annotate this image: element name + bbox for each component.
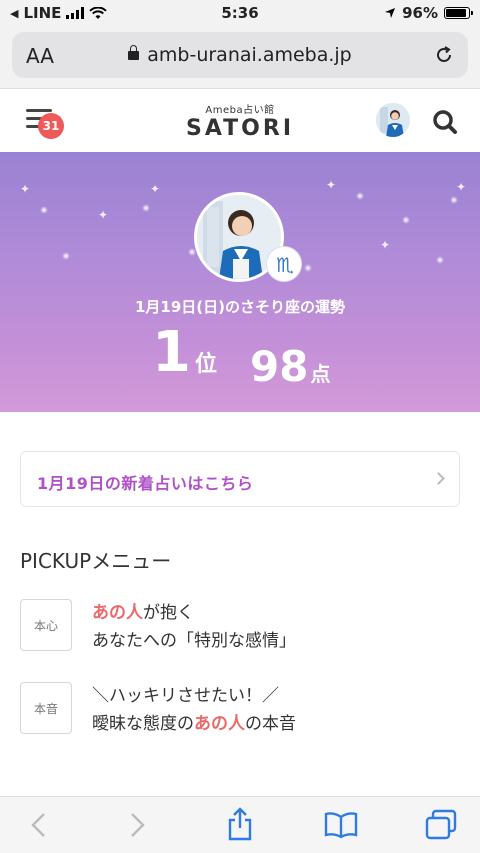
ranking: 1位 [152, 320, 217, 385]
battery-percent: 96% [402, 4, 438, 22]
forward-icon[interactable] [126, 811, 148, 839]
sparkle-dot [40, 206, 48, 214]
pickup-heading: PICKUPメニュー [20, 549, 172, 573]
pickup-text: ＼ハッキリさせたい！／ 曖昧な態度のあの人の本音 [92, 682, 296, 738]
pickup-line: 曖昧な態度の [92, 714, 194, 734]
pickup-line: が抱く [143, 603, 194, 623]
rank-value: 1 [152, 320, 191, 385]
highlight-text: あの人 [194, 714, 245, 734]
new-fortune-label: 1月19日の新着占いはこちら [37, 474, 254, 493]
highlight-text: あの人 [92, 603, 143, 623]
reload-icon[interactable] [434, 45, 454, 65]
share-icon[interactable] [226, 807, 254, 841]
pickup-line: ＼ハッキリさせたい！／ [92, 686, 279, 706]
sparkle-dot [62, 252, 70, 260]
sparkle-dot [304, 264, 312, 272]
pickup-tag: 本心 [20, 599, 72, 651]
sparkle-star-icon: ✦ [456, 180, 467, 194]
url-text: amb-uranai.ameba.jp [147, 44, 352, 66]
location-arrow-icon [385, 8, 396, 18]
sparkle-dot [142, 204, 150, 212]
points-value: 98 [250, 342, 309, 391]
sparkle-star-icon: ✦ [380, 238, 391, 252]
back-icon[interactable] [28, 811, 50, 839]
sparkle-star-icon: ✦ [98, 208, 109, 222]
status-bar: ◀ LINE 5:36 96% [0, 0, 480, 26]
svg-text:♏: ♏ [276, 253, 294, 277]
tabs-icon[interactable] [424, 809, 458, 841]
pickup-tag: 本音 [20, 682, 72, 734]
new-fortune-link[interactable]: 1月19日の新着占いはこちら [20, 451, 460, 507]
url-display[interactable]: amb-uranai.ameba.jp [12, 44, 468, 66]
browser-toolbar [0, 796, 480, 853]
sparkle-dot [450, 196, 458, 204]
url-field[interactable]: AA amb-uranai.ameba.jp [12, 32, 468, 78]
bookmarks-icon[interactable] [324, 811, 358, 839]
search-icon[interactable] [432, 109, 458, 135]
score: 98 点 [250, 342, 330, 391]
status-right: 96% [384, 4, 473, 22]
sparkle-dot [436, 256, 444, 264]
lock-icon [128, 45, 140, 60]
site-header: 31 Ameba占い館 SATORI [0, 88, 480, 152]
sparkle-star-icon: ✦ [150, 182, 161, 196]
avatar-image [376, 103, 410, 137]
user-avatar[interactable] [376, 103, 410, 137]
sparkle-star-icon: ✦ [326, 178, 337, 192]
browser-address-bar: AA amb-uranai.ameba.jp [0, 26, 480, 88]
sparkle-dot [356, 192, 364, 200]
pickup-line: の本音 [245, 714, 296, 734]
fortune-hero[interactable]: ✦ ✦ ✦ ✦ ✦ ✦ ♏ 1月19日(日)のさそり座の運勢 1位 98 点 [0, 152, 480, 412]
scorpio-icon: ♏ [266, 246, 302, 282]
sparkle-dot [402, 216, 410, 224]
fortune-date-label: 1月19日(日)のさそり座の運勢 [134, 298, 346, 316]
battery-icon [444, 7, 473, 19]
rank-unit: 位 [194, 352, 217, 377]
points-unit: 点 [310, 362, 331, 386]
pickup-text: あの人が抱く あなたへの「特別な感情」 [92, 599, 296, 655]
chevron-right-icon [432, 472, 445, 485]
pickup-item[interactable]: 本心 あの人が抱く あなたへの「特別な感情」 [20, 599, 460, 655]
sparkle-star-icon: ✦ [20, 182, 31, 196]
pickup-item[interactable]: 本音 ＼ハッキリさせたい！／ 曖昧な態度のあの人の本音 [20, 682, 460, 738]
pickup-line: あなたへの「特別な感情」 [92, 631, 296, 651]
